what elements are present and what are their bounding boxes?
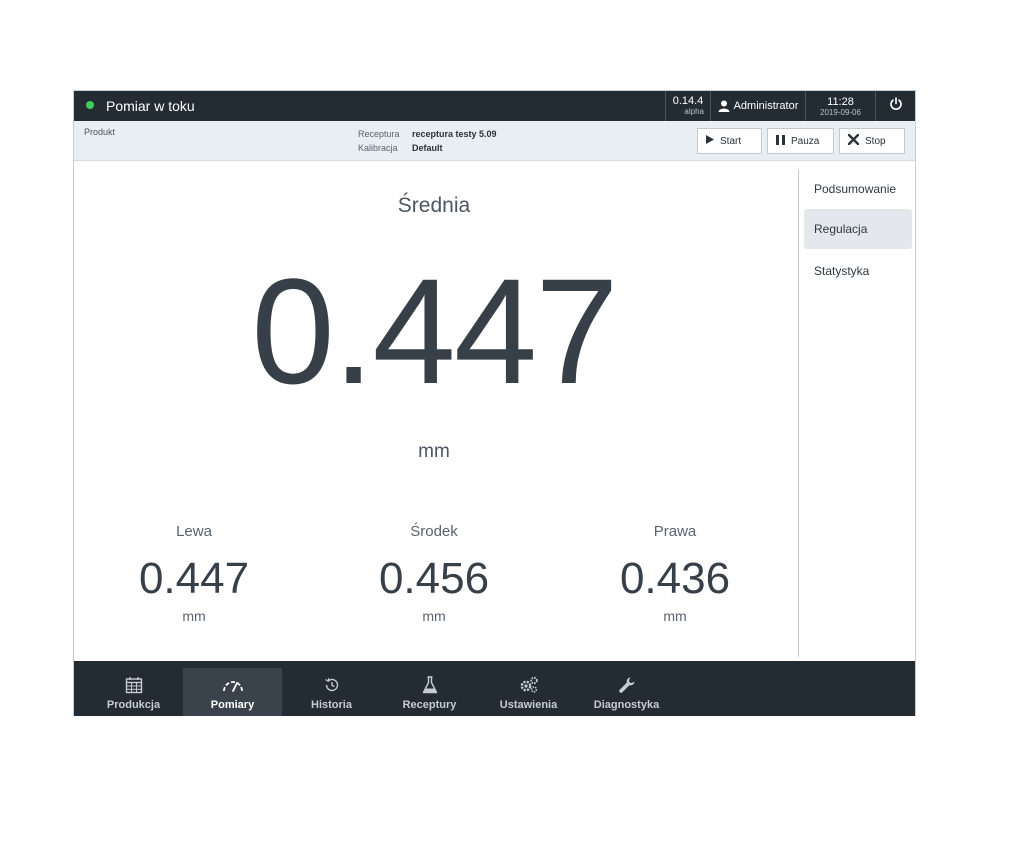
side-item-statistics[interactable]: Statystyka	[804, 251, 912, 291]
side-item-regulation[interactable]: Regulacja	[804, 209, 912, 249]
gears-icon	[519, 674, 539, 696]
side-item-label: Podsumowanie	[814, 182, 897, 196]
nav-item-recipes[interactable]: Receptury	[380, 668, 479, 716]
side-item-label: Statystyka	[814, 264, 870, 278]
history-icon	[324, 674, 340, 696]
right-unit: mm	[663, 608, 687, 624]
right-value: 0.436	[619, 554, 731, 603]
pause-button[interactable]: Pauza	[767, 128, 834, 154]
pause-button-label: Pauza	[791, 135, 820, 147]
power-icon	[889, 96, 903, 116]
nav-item-label: Historia	[311, 699, 352, 711]
bottom-nav: Produkcja Pomiary Historia Receptury Ust…	[74, 661, 915, 716]
average-unit: mm	[418, 441, 450, 462]
left-label: Lewa	[176, 523, 212, 540]
left-value: 0.447	[138, 554, 250, 603]
average-label: Średnia	[397, 194, 471, 217]
measurement-center: Środek 0.456 mm	[314, 523, 554, 624]
side-panel: Podsumowanie Regulacja Statystyka	[798, 169, 915, 657]
calendar-icon	[125, 674, 143, 696]
version-info: 0.14.4 alpha	[665, 91, 710, 121]
top-bar: Pomiar w toku 0.14.4 alpha Administrator…	[74, 91, 915, 121]
stop-x-icon	[847, 133, 860, 148]
start-button-label: Start	[720, 135, 742, 147]
status-title: Pomiar w toku	[106, 98, 195, 114]
center-value: 0.456	[378, 554, 490, 603]
left-unit: mm	[182, 608, 206, 624]
nav-item-label: Ustawienia	[499, 699, 558, 711]
gauge-icon	[222, 674, 244, 696]
power-button[interactable]	[875, 91, 915, 121]
nav-item-history[interactable]: Historia	[282, 668, 381, 716]
nav-item-label: Pomiary	[210, 699, 255, 711]
user-menu[interactable]: Administrator	[710, 91, 805, 121]
clock-date: 2019-09-06	[820, 107, 861, 117]
side-item-label: Regulacja	[814, 222, 868, 236]
average-value: 0.447	[251, 247, 618, 415]
nav-item-production[interactable]: Produkcja	[84, 668, 183, 716]
calibration-value: Default	[412, 143, 443, 153]
version-number: 0.14.4	[672, 95, 704, 107]
calibration-key: Kalibracja	[358, 143, 398, 153]
play-icon	[706, 135, 714, 147]
nav-item-diagnostics[interactable]: Diagnostyka	[577, 668, 676, 716]
top-bar-right: 0.14.4 alpha Administrator 11:28 2019-09…	[665, 91, 915, 121]
calibration-row: Kalibracja Default	[358, 141, 497, 155]
clock-time: 11:28	[827, 95, 854, 108]
measurement-panel: Średnia 0.447 mm Lewa 0.447 mm Środek 0.…	[74, 161, 798, 661]
nav-item-label: Diagnostyka	[593, 699, 660, 711]
app-window: Pomiar w toku 0.14.4 alpha Administrator…	[73, 90, 916, 716]
recipe-value: receptura testy 5.09	[412, 129, 497, 139]
recipe-row: Receptura receptura testy 5.09	[358, 127, 497, 141]
center-label: Środek	[410, 523, 458, 540]
product-label: Produkt	[84, 127, 116, 137]
right-label: Prawa	[653, 523, 697, 540]
nav-item-measurements[interactable]: Pomiary	[183, 668, 282, 716]
center-unit: mm	[422, 608, 446, 624]
pause-icon	[776, 134, 785, 148]
info-bar: Produkt Receptura receptura testy 5.09 K…	[74, 121, 915, 161]
stop-button[interactable]: Stop	[839, 128, 905, 154]
user-icon	[718, 100, 730, 112]
measurement-left: Lewa 0.447 mm	[74, 523, 314, 624]
user-name: Administrator	[733, 100, 799, 112]
recipe-key: Receptura	[358, 129, 400, 139]
side-item-summary[interactable]: Podsumowanie	[804, 169, 912, 209]
flask-icon	[422, 674, 438, 696]
nav-item-label: Produkcja	[106, 699, 161, 711]
measurement-right: Prawa 0.436 mm	[555, 523, 795, 624]
start-button[interactable]: Start	[697, 128, 762, 154]
status-indicator-icon	[86, 101, 94, 109]
nav-item-label: Receptury	[402, 699, 457, 711]
wrench-icon	[618, 674, 636, 696]
version-channel: alpha	[684, 107, 704, 116]
stop-button-label: Stop	[865, 135, 886, 147]
clock: 11:28 2019-09-06	[805, 91, 875, 121]
recipe-info: Receptura receptura testy 5.09 Kalibracj…	[358, 127, 497, 155]
nav-item-settings[interactable]: Ustawienia	[479, 668, 578, 716]
